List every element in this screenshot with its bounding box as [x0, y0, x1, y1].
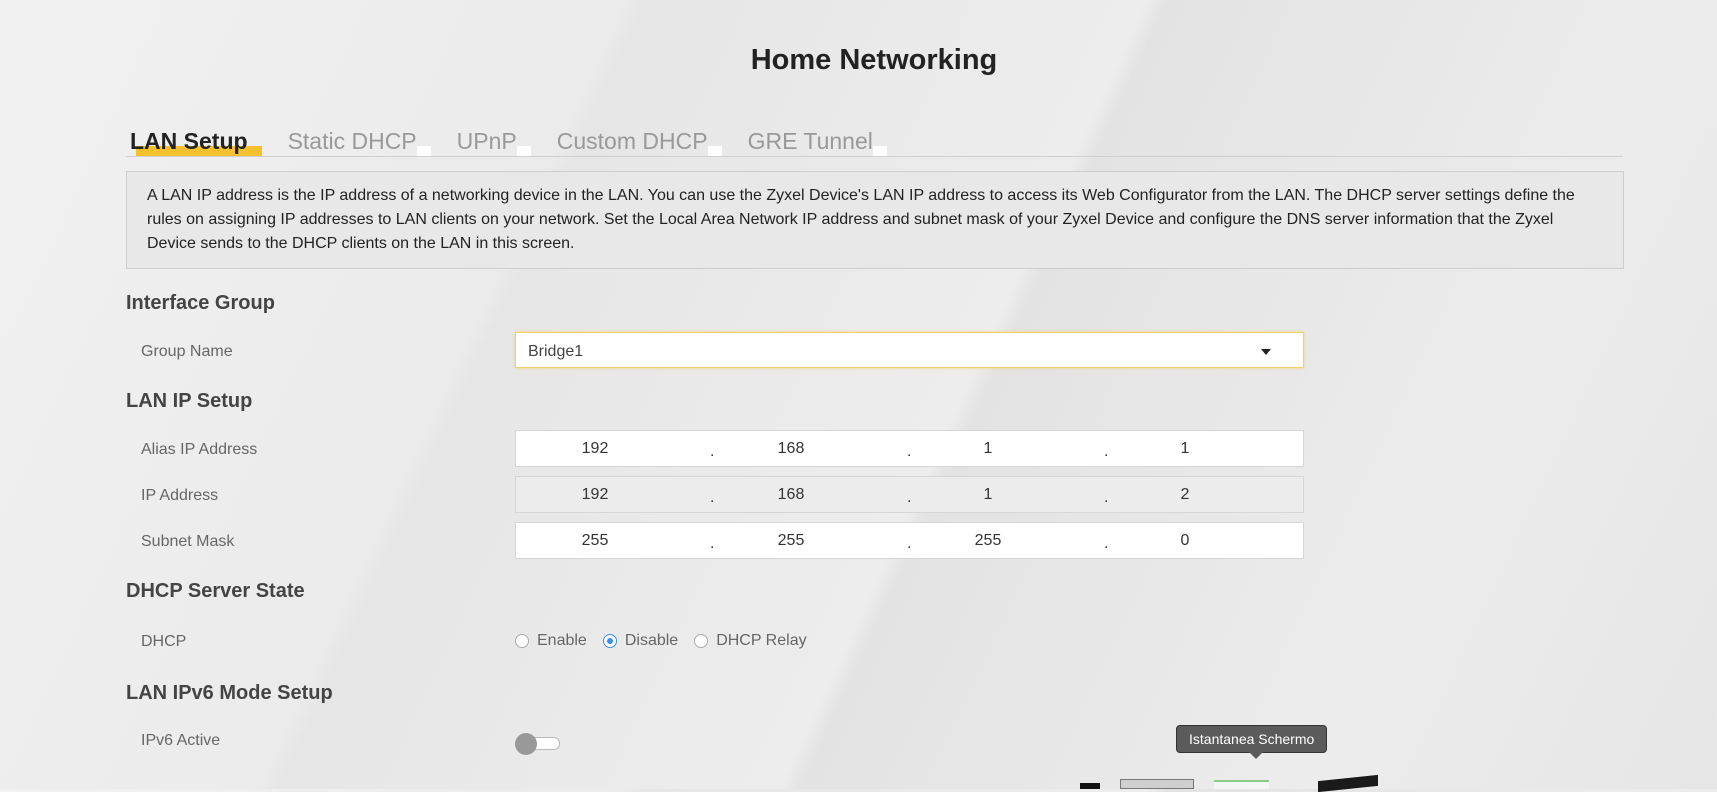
tab-upnp[interactable]: UPnP: [453, 128, 531, 156]
alias-ip-label: Alias IP Address: [141, 441, 258, 458]
thumbnail-item[interactable]: [1080, 783, 1100, 789]
octet-separator: .: [907, 535, 912, 552]
octet-separator: .: [907, 443, 912, 460]
tab-gre-tunnel[interactable]: GRE Tunnel: [744, 128, 887, 156]
subnet-mask-label: Subnet Mask: [141, 533, 235, 550]
tab-indicator: [707, 146, 722, 156]
description-box: A LAN IP address is the IP address of a …: [126, 171, 1624, 269]
dhcp-relay-radio[interactable]: DHCP Relay: [694, 632, 807, 650]
radio-circle[interactable]: [694, 634, 709, 648]
alias-ip-octet-3[interactable]: 1: [948, 440, 1028, 458]
alias-ip-field: 192 . 168 . 1 . 1: [515, 430, 1304, 467]
radio-label: Enable: [537, 632, 587, 649]
radio-label: Disable: [624, 632, 679, 649]
tab-label: UPnP: [456, 128, 517, 154]
tab-label: LAN Setup: [130, 128, 248, 154]
group-name-label: Group Name: [141, 343, 233, 360]
alias-ip-octet-2[interactable]: 168: [751, 440, 831, 458]
screenshot-tooltip: Istantanea Schermo: [1176, 725, 1328, 759]
tab-indicator: [516, 146, 531, 156]
alias-ip-octet-1[interactable]: 192: [555, 440, 635, 458]
subnet-mask-octet-1[interactable]: 255: [555, 532, 635, 550]
radio-circle[interactable]: [602, 634, 617, 648]
octet-separator: .: [710, 535, 715, 552]
ipv6-active-label: IPv6 Active: [141, 732, 221, 749]
tab-custom-dhcp[interactable]: Custom DHCP: [553, 128, 722, 156]
tab-label: GRE Tunnel: [747, 128, 873, 154]
dhcp-disable-radio[interactable]: Disable: [602, 632, 679, 650]
ip-address-field: 192 . 168 . 1 . 2: [515, 476, 1304, 513]
tooltip-text: Istantanea Schermo: [1189, 731, 1315, 747]
alias-ip-octet-4[interactable]: 1: [1145, 440, 1225, 458]
group-name-value: Bridge1: [528, 343, 584, 360]
ip-address-octet-2[interactable]: 168: [751, 486, 831, 504]
tab-indicator: [872, 146, 887, 156]
ip-address-octet-3[interactable]: 1: [948, 486, 1028, 504]
ip-address-octet-1[interactable]: 192: [555, 486, 635, 504]
tab-label: Custom DHCP: [556, 128, 708, 154]
tab-lan-setup[interactable]: LAN Setup: [126, 128, 262, 156]
tooltip-arrow: [1249, 752, 1263, 759]
ipv6-active-toggle[interactable]: [515, 733, 560, 755]
octet-separator: .: [710, 443, 715, 460]
subnet-mask-octet-2[interactable]: 255: [751, 532, 831, 550]
tab-indicator: [416, 146, 431, 156]
section-title-interface-group: Interface Group: [126, 292, 275, 314]
octet-separator: .: [1104, 535, 1109, 552]
tab-bar: LAN Setup Static DHCP UPnP Custom DHCP G…: [126, 128, 1623, 157]
radio-label: DHCP Relay: [716, 632, 807, 649]
subnet-mask-octet-3[interactable]: 255: [948, 532, 1028, 550]
thumbnail-item[interactable]: [1120, 779, 1194, 789]
octet-separator: .: [1104, 489, 1109, 506]
ip-address-label: IP Address: [141, 487, 219, 504]
subnet-mask-octet-4[interactable]: 0: [1145, 532, 1225, 550]
toggle-knob: [515, 733, 537, 755]
section-title-dhcp-server-state: DHCP Server State: [126, 580, 305, 602]
subnet-mask-field: 255 . 255 . 255 . 0: [515, 522, 1304, 559]
dhcp-label: DHCP: [141, 633, 187, 650]
octet-separator: .: [710, 489, 715, 506]
section-title-lan-ip-setup: LAN IP Setup: [126, 390, 253, 412]
dhcp-enable-radio[interactable]: Enable: [515, 632, 587, 650]
section-title-lan-ipv6: LAN IPv6 Mode Setup: [126, 682, 333, 704]
tab-static-dhcp[interactable]: Static DHCP: [284, 128, 431, 156]
octet-separator: .: [907, 489, 912, 506]
radio-circle[interactable]: [515, 634, 529, 648]
chevron-down-icon: [1261, 349, 1271, 355]
dhcp-radio-group: Enable Disable DHCP Relay: [515, 632, 823, 650]
tab-label: Static DHCP: [287, 128, 417, 154]
thumbnail-item[interactable]: [1214, 780, 1269, 789]
octet-separator: .: [1104, 443, 1109, 460]
group-name-select[interactable]: Bridge1: [515, 332, 1304, 368]
dock-thumbnails: [1080, 774, 1380, 792]
page-title: Home Networking: [750, 44, 998, 76]
thumbnail-item[interactable]: [1318, 774, 1378, 792]
ip-address-octet-4[interactable]: 2: [1145, 486, 1225, 504]
